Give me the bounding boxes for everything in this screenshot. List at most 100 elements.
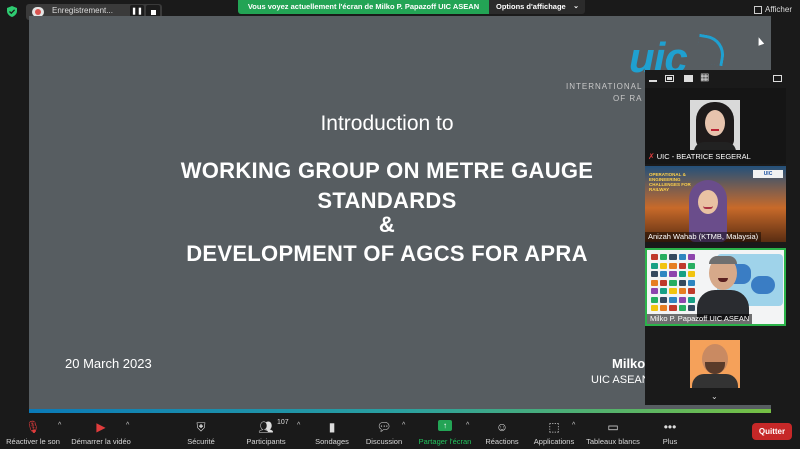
recording-label: Enregistrement... xyxy=(52,6,113,15)
speaker-view-icon[interactable] xyxy=(684,75,693,82)
more-button[interactable]: ••• Plus xyxy=(658,415,682,449)
background-logo-tile xyxy=(651,271,659,278)
apps-icon: ⬚ xyxy=(548,420,560,434)
gallery-scroll-down-icon[interactable]: ⌄ xyxy=(711,392,718,401)
emoji-icon: ☺ xyxy=(495,420,509,434)
show-button[interactable]: Afficher xyxy=(765,5,792,14)
background-logo-tile xyxy=(678,288,686,295)
security-button[interactable]: ⛨ Sécurité xyxy=(183,415,219,449)
leave-meeting-button[interactable]: Quitter xyxy=(752,423,792,440)
background-logo-tile xyxy=(687,288,695,295)
participant-avatar xyxy=(690,100,740,150)
background-logo-tile xyxy=(669,296,677,303)
unmute-button[interactable]: 🎙︎ ^ Réactiver le son xyxy=(2,415,64,449)
chat-bubble-icon: 💬︎ xyxy=(376,420,392,434)
background-logo-tile xyxy=(687,279,695,286)
background-logo-tile xyxy=(660,262,668,269)
share-screen-button[interactable]: ↑ Partager l'écran xyxy=(415,415,475,449)
background-logo-tile xyxy=(678,296,686,303)
background-logo-tile xyxy=(687,254,695,260)
chevron-up-icon[interactable]: ^ xyxy=(297,422,300,429)
background-logo-tile xyxy=(687,271,695,278)
chevron-up-icon[interactable]: ^ xyxy=(58,422,61,429)
discussion-label: Discussion xyxy=(365,437,403,446)
background-logo-tile xyxy=(669,271,677,278)
background-logo-tile xyxy=(660,305,668,312)
gallery-grid-icon[interactable] xyxy=(700,72,710,83)
background-logo-tile xyxy=(651,262,659,269)
chevron-up-icon[interactable]: ^ xyxy=(572,422,575,429)
background-logo-wall xyxy=(651,254,695,312)
people-icon: 👥︎ xyxy=(258,420,274,434)
unmute-label: Réactiver le son xyxy=(6,437,60,446)
security-label: Sécurité xyxy=(187,437,215,446)
background-logo-tile xyxy=(669,279,677,286)
background-logo-tile xyxy=(678,254,686,260)
participant-name: ✗ UIC - BEATRICE SEGERAL xyxy=(648,152,751,161)
polls-label: Sondages xyxy=(315,437,349,446)
chevron-up-icon[interactable]: ^ xyxy=(466,422,469,429)
background-logo-tile xyxy=(660,279,668,286)
participant-tile[interactable]: ✗ UIC - BEATRICE SEGERAL xyxy=(645,88,786,164)
minimize-icon[interactable] xyxy=(649,75,658,82)
background-logo-tile xyxy=(678,262,686,269)
more-label: Plus xyxy=(662,437,678,446)
slide-intro-text: Introduction to xyxy=(320,112,454,135)
participant-video xyxy=(695,254,751,320)
discussion-button[interactable]: 💬︎ Discussion xyxy=(364,415,404,449)
participant-name: Milko P. Papazoff UIC ASEAN xyxy=(647,314,753,324)
apps-button[interactable]: ⬚ Applications xyxy=(530,415,578,449)
screen-share-banner: Vous voyez actuellement l'écran de Milko… xyxy=(238,0,489,14)
whiteboards-button[interactable]: ▭ Tableaux blancs xyxy=(584,415,642,449)
participant-tile[interactable] xyxy=(645,332,786,394)
share-screen-icon: ↑ xyxy=(438,420,452,431)
background-logo-tile xyxy=(687,305,695,312)
participant-tile-active-speaker[interactable]: Milko P. Papazoff UIC ASEAN xyxy=(645,248,786,326)
background-badge: UIC xyxy=(753,170,783,178)
whiteboards-label: Tableaux blancs xyxy=(586,437,640,446)
background-logo-tile xyxy=(660,288,668,295)
slide-accent-bar xyxy=(29,409,771,413)
uic-logo-caption-line1: INTERNATIONAL xyxy=(566,82,643,91)
view-layout-icon[interactable] xyxy=(754,6,762,14)
meeting-toolbar: 🎙︎ ^ Réactiver le son ▶︎ ^ Démarrer la v… xyxy=(0,415,800,449)
view-options-button[interactable]: Options d'affichage ⌄ xyxy=(489,0,585,14)
slide-heading-line4: DEVELOPMENT OF AGCS FOR APRA xyxy=(186,241,588,266)
share-screen-label: Partager l'écran xyxy=(418,437,472,446)
participant-avatar xyxy=(690,340,740,388)
background-logo-tile xyxy=(651,254,659,260)
background-logo-tile xyxy=(669,305,677,312)
reactions-label: Réactions xyxy=(485,437,519,446)
popout-icon[interactable] xyxy=(773,75,782,82)
background-logo-tile xyxy=(687,262,695,269)
whiteboard-icon: ▭ xyxy=(607,420,619,434)
background-logo-tile xyxy=(669,288,677,295)
slide-presenter-name: Milko xyxy=(612,356,646,371)
encryption-shield-icon[interactable] xyxy=(7,6,17,17)
thumbnail-strip-icon[interactable] xyxy=(665,75,674,82)
slide-heading-line3: & xyxy=(378,212,396,237)
apps-label: Applications xyxy=(533,437,575,446)
polls-button[interactable]: ▮ Sondages xyxy=(313,415,351,449)
uic-logo-caption-line2: OF RA xyxy=(613,94,643,103)
slide-heading-line2: STANDARDS xyxy=(317,188,457,213)
participant-tile[interactable]: OPERATIONAL & ENGINEERING CHALLENGES FOR… xyxy=(645,166,786,242)
chevron-down-icon: ⌄ xyxy=(573,3,579,10)
more-dots-icon: ••• xyxy=(663,420,677,434)
background-logo-tile xyxy=(651,288,659,295)
start-video-button[interactable]: ▶︎ ^ Démarrer la vidéo xyxy=(68,415,134,449)
participants-label: Participants xyxy=(246,437,286,446)
chevron-up-icon[interactable]: ^ xyxy=(402,422,405,429)
reactions-button[interactable]: ☺ Réactions xyxy=(484,415,520,449)
muted-microphone-icon: 🎙︎ xyxy=(25,420,41,434)
shield-icon: ⛨ xyxy=(196,420,206,434)
gallery-toolbar xyxy=(645,70,786,88)
background-logo-tile xyxy=(651,305,659,312)
background-logo-tile xyxy=(651,279,659,286)
slide-presenter-org: UIC ASEAN xyxy=(591,374,650,386)
background-logo-tile xyxy=(687,296,695,303)
slide-date: 20 March 2023 xyxy=(65,356,152,371)
bar-chart-icon: ▮ xyxy=(328,420,336,434)
chevron-up-icon[interactable]: ^ xyxy=(126,422,129,429)
background-logo-tile xyxy=(669,254,677,260)
